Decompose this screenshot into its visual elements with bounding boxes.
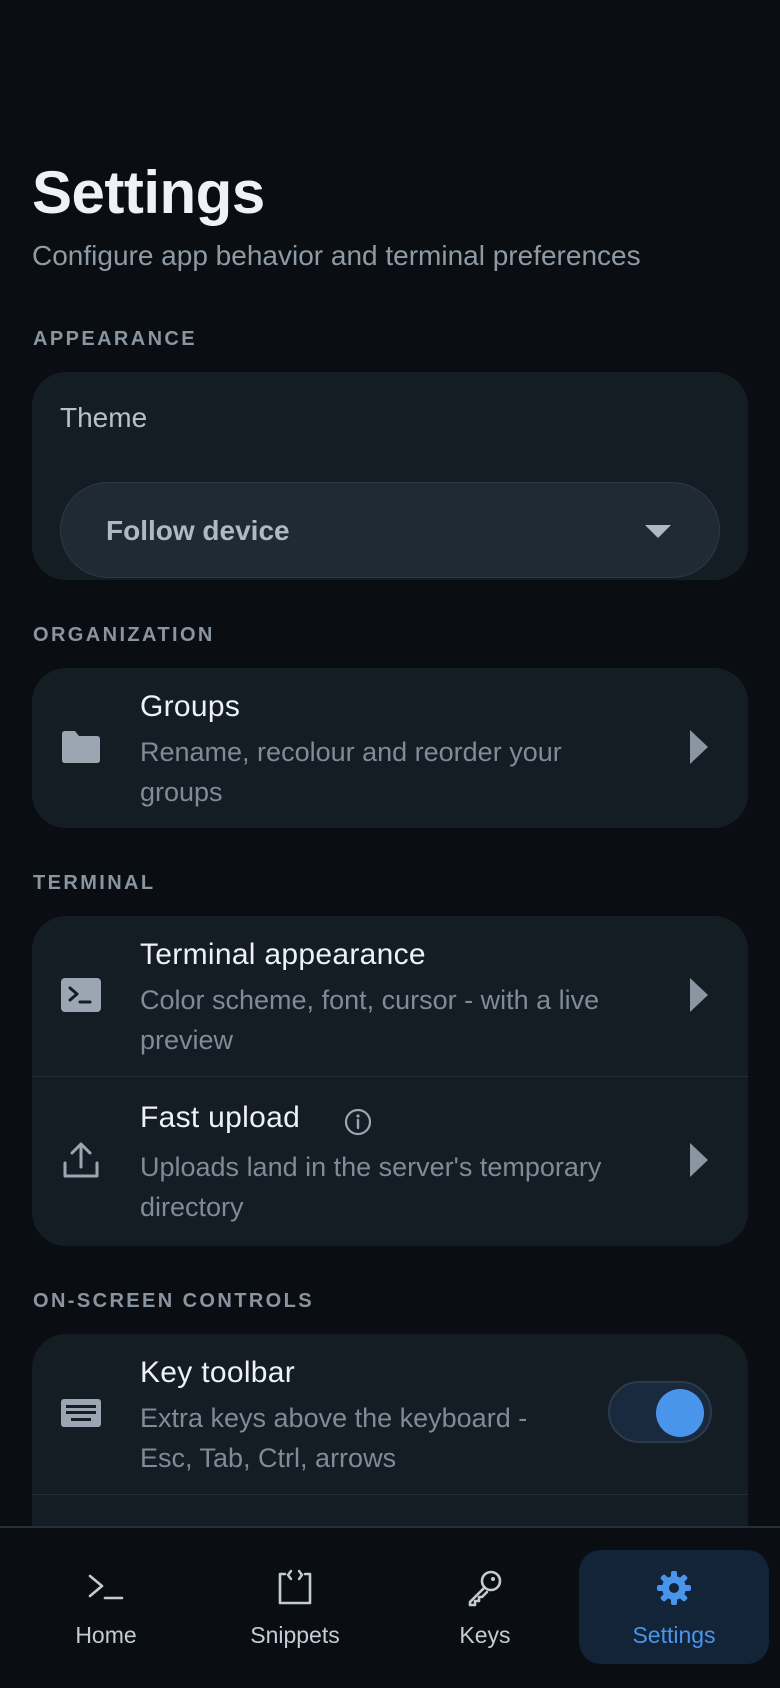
- caret-down-icon: [645, 525, 671, 538]
- nav-label-home: Home: [75, 1622, 137, 1648]
- keyboard-icon: [61, 1399, 101, 1427]
- terminal-icon: [61, 978, 101, 1012]
- info-icon[interactable]: [344, 1108, 372, 1136]
- section-label-terminal: TERMINAL: [33, 872, 156, 894]
- groups-title: Groups: [140, 690, 241, 723]
- organization-card: Groups Rename, recolour and reorder your…: [32, 668, 748, 828]
- theme-label: Theme: [60, 402, 148, 433]
- section-label-appearance: APPEARANCE: [33, 328, 198, 350]
- chevron-right-icon: [690, 978, 708, 1012]
- key-toolbar-title: Key toolbar: [140, 1356, 296, 1389]
- key-toolbar-description: Extra keys above the keyboard - Esc, Tab…: [140, 1403, 528, 1473]
- fast-upload-description: Uploads land in the server's temporary d…: [140, 1152, 602, 1222]
- bottom-nav: Home Snippets Keys Settings: [0, 1526, 780, 1688]
- nav-label-settings: Settings: [632, 1622, 716, 1648]
- gear-icon: [657, 1571, 691, 1605]
- page-subtitle: Configure app behavior and terminal pref…: [32, 240, 641, 271]
- appearance-card: Theme Follow device: [32, 372, 748, 580]
- fast-upload-title: Fast upload: [140, 1101, 301, 1134]
- nav-label-snippets: Snippets: [250, 1622, 340, 1648]
- chevron-right-icon: [690, 730, 708, 764]
- row-divider: [32, 1494, 748, 1495]
- folder-icon: [62, 731, 100, 763]
- nav-label-keys: Keys: [459, 1622, 511, 1648]
- nav-item-settings[interactable]: Settings: [579, 1550, 769, 1664]
- nav-item-snippets[interactable]: Snippets: [200, 1550, 390, 1664]
- terminal-appearance-description: Color scheme, font, cursor - with a live…: [140, 985, 600, 1055]
- groups-row[interactable]: Groups Rename, recolour and reorder your…: [32, 668, 748, 828]
- fast-upload-row[interactable]: Fast upload Uploads land in the server's…: [32, 1077, 748, 1246]
- terminal-prompt-icon: [88, 1574, 124, 1600]
- settings-screen: Settings Configure app behavior and term…: [0, 0, 780, 1688]
- terminal-appearance-title: Terminal appearance: [140, 938, 426, 971]
- theme-select-value: Follow device: [106, 515, 290, 546]
- nav-item-keys[interactable]: Keys: [390, 1550, 580, 1664]
- groups-description: Rename, recolour and reorder your groups: [140, 737, 562, 807]
- page-title: Settings: [32, 159, 265, 226]
- key-icon: [468, 1570, 502, 1607]
- snippet-icon: [278, 1569, 312, 1605]
- key-toolbar-row: Key toolbar Extra keys above the keyboar…: [32, 1334, 748, 1494]
- theme-select[interactable]: Follow device: [60, 482, 720, 578]
- upload-icon: [63, 1142, 99, 1178]
- section-label-onscreen-controls: ON-SCREEN CONTROLS: [33, 1290, 314, 1312]
- terminal-appearance-row[interactable]: Terminal appearance Color scheme, font, …: [32, 916, 748, 1076]
- section-label-organization: ORGANIZATION: [33, 624, 215, 646]
- nav-item-home[interactable]: Home: [11, 1550, 201, 1664]
- terminal-card: Terminal appearance Color scheme, font, …: [32, 916, 748, 1246]
- toggle-knob: [656, 1389, 704, 1437]
- key-toolbar-toggle[interactable]: [608, 1381, 712, 1443]
- chevron-right-icon: [690, 1143, 708, 1177]
